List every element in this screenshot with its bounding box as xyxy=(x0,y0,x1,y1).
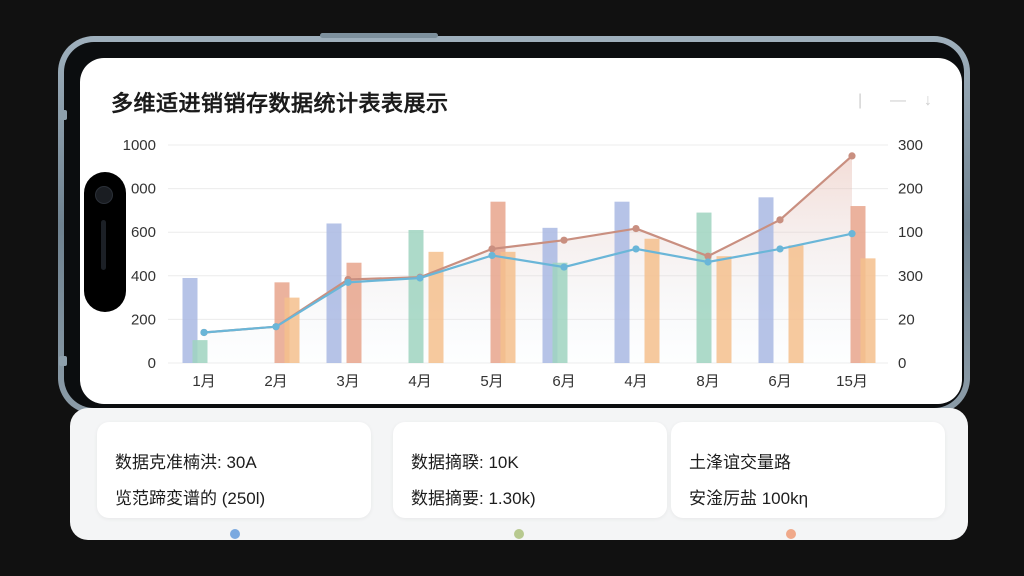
line-point xyxy=(632,245,640,253)
camera-lens-icon xyxy=(95,186,113,204)
line-point xyxy=(632,224,640,233)
legend-dot xyxy=(786,529,796,539)
y-left-tick-label: 400 xyxy=(131,268,156,285)
x-tick-label: 15月 xyxy=(836,373,868,390)
x-tick-label: 8月 xyxy=(696,373,719,390)
x-tick-label: 5月 xyxy=(480,373,503,390)
card-line-2: 数据摘要: 1.30k) xyxy=(411,489,536,508)
summary-card[interactable]: 土浲谊交量路 安淦厉盐 100kη xyxy=(671,422,945,518)
y-left-tick-label: 600 xyxy=(131,224,156,241)
y-right-tick-label: 300 xyxy=(898,137,923,154)
legend-dot xyxy=(230,529,240,539)
card-line-2: 安淦厉盐 100kη xyxy=(689,489,809,508)
y-right-tick-label: 300 xyxy=(898,268,923,285)
bar xyxy=(860,258,876,363)
bar xyxy=(758,197,774,363)
y-left-tick-label: 200 xyxy=(131,311,156,328)
bar xyxy=(716,256,732,363)
line-point xyxy=(560,236,568,244)
bar xyxy=(284,297,300,363)
line-point xyxy=(488,245,496,253)
card-line-1: 数据克准楠洪: 30A xyxy=(115,453,257,472)
line-point xyxy=(200,328,208,337)
bar xyxy=(552,262,568,363)
x-tick-label: 2月 xyxy=(264,373,287,390)
y-left-tick-label: 000 xyxy=(131,181,156,198)
line-point xyxy=(560,263,568,271)
line-point xyxy=(848,230,856,238)
line-point xyxy=(488,251,496,260)
line-point xyxy=(776,245,784,253)
summary-card[interactable]: 数据克准楠洪: 30A 览范蹄変谱的 (250l) xyxy=(97,422,371,518)
y-left-tick-label: 0 xyxy=(148,355,156,372)
legend-dot xyxy=(514,529,524,539)
chart-title: 多维适进销销存数据统计表表展示 xyxy=(111,91,449,116)
line-point xyxy=(776,216,784,224)
y-right-tick-label: 100 xyxy=(898,224,923,241)
bar xyxy=(696,212,712,363)
bar xyxy=(408,230,424,363)
x-tick-label: 4月 xyxy=(624,373,647,390)
window-divider-icon: | xyxy=(858,92,863,109)
card-line-1: 土浲谊交量路 xyxy=(689,453,791,472)
bar xyxy=(500,251,516,363)
bar xyxy=(614,201,630,363)
card-line-1: 数据摘聧: 10K xyxy=(411,453,519,472)
line-point xyxy=(416,274,424,282)
bar xyxy=(192,340,208,363)
line-point xyxy=(344,278,352,286)
y-right-tick-label: 20 xyxy=(898,311,915,328)
x-tick-label: 3月 xyxy=(336,373,359,390)
x-tick-label: 6月 xyxy=(768,373,791,390)
y-right-tick-label: 0 xyxy=(898,355,906,372)
line-point xyxy=(272,323,280,331)
y-left-tick-label: 1000 xyxy=(123,137,156,154)
summary-card[interactable]: 数据摘聧: 10K 数据摘要: 1.30k) xyxy=(393,422,667,518)
bar xyxy=(788,245,804,363)
line-point xyxy=(848,152,856,160)
x-tick-label: 1月 xyxy=(192,373,215,390)
line-area-fill xyxy=(204,155,852,363)
collapse-icon[interactable]: ↓ xyxy=(924,92,932,110)
speaker-slot xyxy=(101,220,106,270)
card-line-2: 览范蹄変谱的 (250l) xyxy=(115,489,266,508)
bar xyxy=(644,238,660,363)
x-tick-label: 6月 xyxy=(552,373,575,390)
line-point xyxy=(704,258,712,266)
y-right-tick-label: 200 xyxy=(898,181,923,198)
minimize-icon[interactable]: — xyxy=(890,92,906,110)
x-tick-label: 4月 xyxy=(408,373,431,390)
